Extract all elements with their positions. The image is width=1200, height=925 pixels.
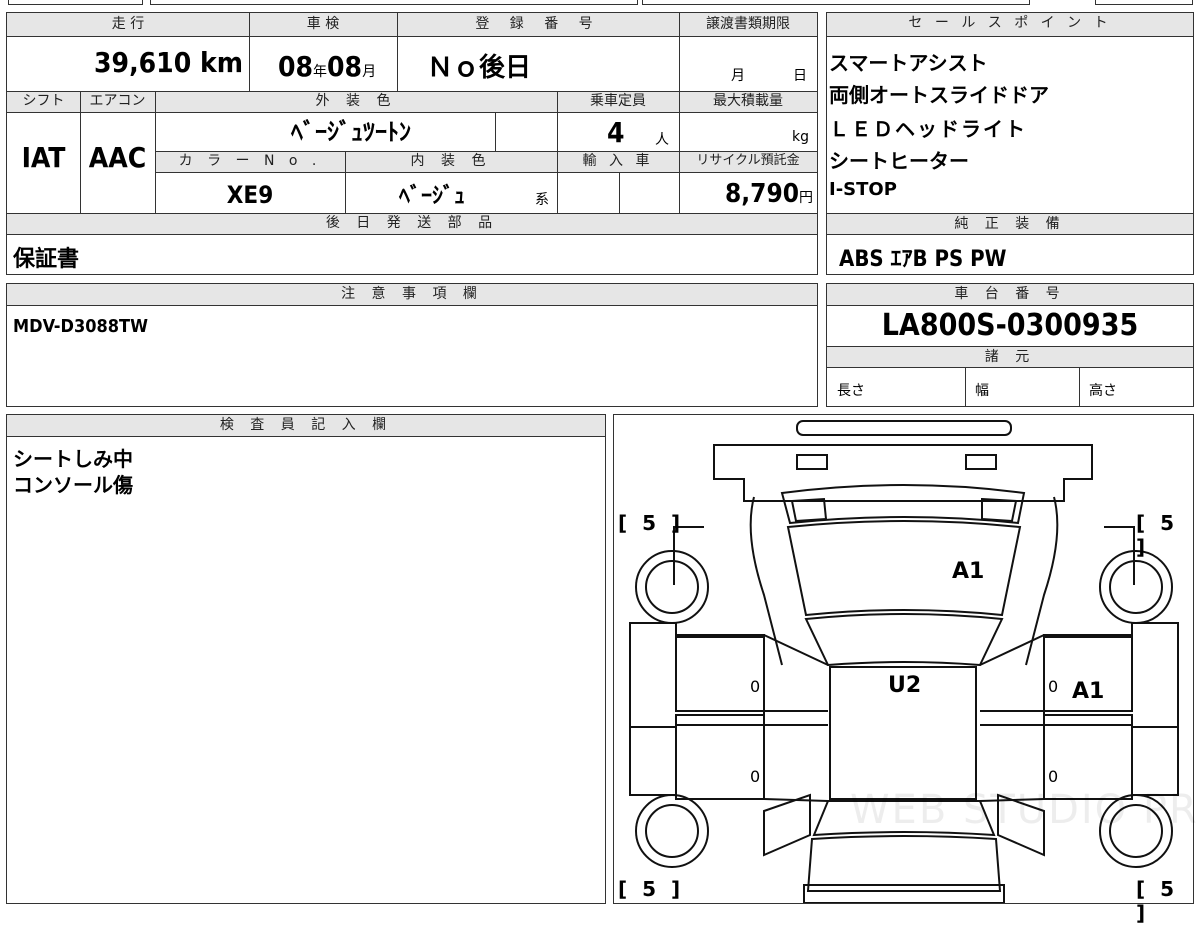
interior-color-label: 内 装 色 bbox=[410, 153, 492, 169]
exterior-color-value: ﾍﾞｰｼﾞｭﾂｰﾄﾝ bbox=[291, 118, 411, 146]
mileage-number: 39,610 bbox=[94, 46, 192, 79]
damage-mark-roof: U2 bbox=[888, 673, 922, 698]
watermark: WEB STUDIO PRO bbox=[850, 787, 1200, 833]
deadline-label: 譲渡書類期限 bbox=[706, 16, 790, 32]
mileage-unit: km bbox=[200, 46, 243, 79]
later-parts-label: 後 日 発 送 部 品 bbox=[325, 215, 499, 231]
color-no-label: カ ラ ー N o . bbox=[178, 153, 322, 169]
month-unit: 月 bbox=[362, 64, 377, 80]
recycle-value: 8,790円 bbox=[679, 179, 813, 209]
registration-label: 登 録 番 号 bbox=[475, 16, 601, 32]
inspector-note-2: コンソール傷 bbox=[13, 473, 133, 497]
equipment-header: 純 正 装 備 bbox=[827, 213, 1193, 235]
sales-points-header: セ ー ル ス ポ イ ン ト bbox=[827, 13, 1193, 37]
inspection-value: 08年08月 bbox=[257, 49, 397, 90]
sales-points-panel: セ ー ル ス ポ イ ン ト スマートアシスト 両側オートスライドドア ＬＥＤ… bbox=[826, 12, 1194, 275]
chassis-value: LA800S-0300935 bbox=[881, 308, 1139, 343]
corner-label-bottom-right: [ 5 ] bbox=[1136, 877, 1179, 925]
corner-label-bottom-left: [ 5 ] bbox=[618, 877, 685, 901]
max-load-label: 最大積載量 bbox=[713, 93, 783, 109]
zero-left-rear: 0 bbox=[750, 767, 761, 786]
car-diagram-panel: [ 5 ] [ 5 ] [ 5 ] [ 5 ] A1 U2 A1 0 0 0 0… bbox=[613, 414, 1200, 925]
notes-header: 注 意 事 項 欄 bbox=[7, 284, 817, 306]
corner-label-top-right: [ 5 ] bbox=[1136, 511, 1179, 559]
import-label: 輸 入 車 bbox=[582, 153, 654, 169]
interior-suffix: 系 bbox=[535, 192, 549, 208]
max-load-unit: kg bbox=[792, 129, 809, 145]
notes-value: MDV-D3088TW bbox=[13, 316, 148, 337]
height-label: 高さ bbox=[1089, 383, 1117, 399]
mileage-label: 走 行 bbox=[111, 16, 145, 32]
top-strip bbox=[0, 0, 1200, 8]
damage-mark-right-door: A1 bbox=[1072, 679, 1105, 704]
deadline-month: 月 bbox=[731, 68, 745, 84]
year-unit: 年 bbox=[313, 64, 327, 80]
length-label: 長さ bbox=[837, 383, 865, 399]
inspection-label: 車 検 bbox=[306, 16, 340, 32]
inspector-note-1: シートしみ中 bbox=[13, 447, 133, 471]
exterior-color-label: 外 装 色 bbox=[315, 93, 397, 109]
vehicle-info-table: 走 行 車 検 登 録 番 号 譲渡書類期限 39,610 km 08年08月 … bbox=[6, 12, 818, 275]
sales-point-3: ＬＥＤヘッドライト bbox=[829, 117, 1027, 141]
specs-header: 諸 元 bbox=[827, 346, 1193, 368]
inspection-month: 08 bbox=[327, 50, 363, 83]
capacity-label: 乗車定員 bbox=[590, 93, 646, 109]
zero-left-front: 0 bbox=[750, 677, 761, 696]
recycle-label: リサイクル預託金 bbox=[696, 153, 800, 168]
capacity-value: 4 bbox=[607, 116, 625, 149]
equipment-value: ABS ｴｱB PS PW bbox=[839, 247, 1007, 272]
chassis-panel: 車 台 番 号 LA800S-0300935 諸 元 長さ 幅 高さ bbox=[826, 283, 1194, 407]
inspection-year: 08 bbox=[277, 50, 313, 83]
recycle-unit: 円 bbox=[799, 190, 813, 206]
sales-point-5: I-STOP bbox=[829, 179, 897, 200]
zero-right-rear: 0 bbox=[1048, 767, 1059, 786]
sales-point-1: スマートアシスト bbox=[829, 51, 988, 75]
zero-right-front: 0 bbox=[1048, 677, 1059, 696]
deadline-day: 日 bbox=[793, 68, 807, 84]
interior-color-value: ﾍﾞｰｼﾞｭ bbox=[398, 184, 465, 209]
sales-point-4: シートヒーター bbox=[829, 149, 969, 173]
capacity-unit: 人 bbox=[655, 132, 669, 148]
registration-value: Ｎｏ後日 bbox=[427, 53, 532, 83]
aircon-label: エアコン bbox=[89, 93, 146, 109]
inspector-header: 検 査 員 記 入 欄 bbox=[7, 415, 605, 437]
color-no-value: XE9 bbox=[226, 181, 274, 209]
damage-mark-hood: A1 bbox=[952, 559, 985, 584]
inspector-panel: 検 査 員 記 入 欄 シートしみ中 コンソール傷 bbox=[6, 414, 606, 904]
width-label: 幅 bbox=[975, 383, 989, 399]
chassis-header: 車 台 番 号 bbox=[827, 284, 1193, 306]
corner-label-top-left: [ 5 ] bbox=[618, 511, 685, 535]
notes-panel: 注 意 事 項 欄 MDV-D3088TW bbox=[6, 283, 818, 407]
aircon-value: AAC bbox=[88, 141, 147, 174]
mileage-value: 39,610 km bbox=[7, 45, 243, 81]
sales-point-2: 両側オートスライドドア bbox=[829, 83, 1049, 107]
recycle-number: 8,790 bbox=[725, 179, 799, 209]
shift-label: シフト bbox=[22, 93, 65, 109]
shift-value: IAT bbox=[21, 141, 66, 174]
later-parts-value: 保証書 bbox=[13, 247, 80, 272]
